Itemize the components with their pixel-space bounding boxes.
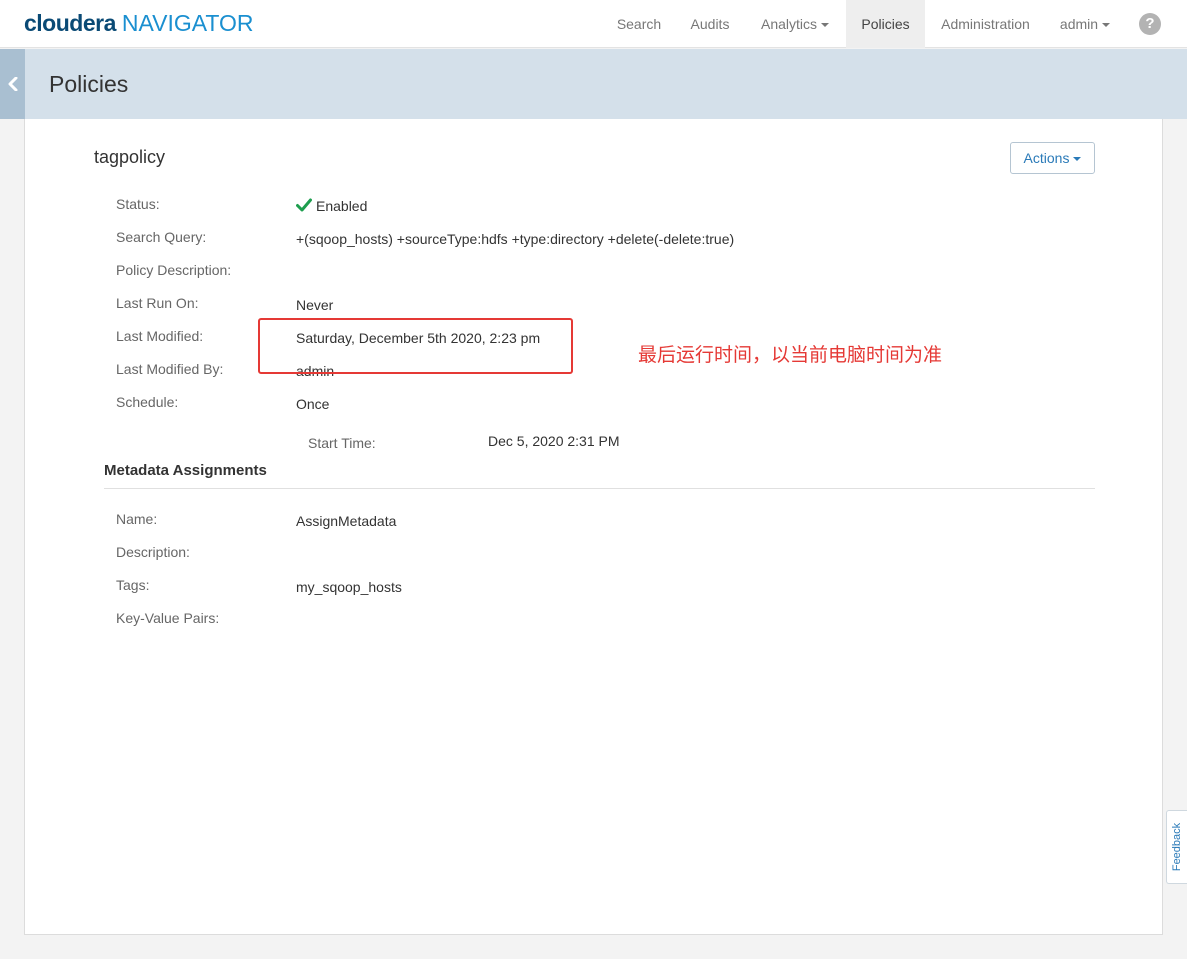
key-value-pairs-label: Key-Value Pairs: <box>116 610 220 626</box>
cloudera-navigator-logo[interactable]: cloudera NAVIGATOR <box>24 9 254 37</box>
logo-brand: cloudera <box>24 10 116 36</box>
chevron-down-icon <box>1073 157 1082 162</box>
policy-description-label: Policy Description: <box>116 262 232 278</box>
status-value: Enabled <box>296 198 367 214</box>
last-modified-by-label: Last Modified By: <box>116 361 224 377</box>
metadata-name-label: Name: <box>116 511 158 527</box>
chevron-down-icon <box>821 23 830 28</box>
last-run-on-label: Last Run On: <box>116 295 199 311</box>
search-query-label: Search Query: <box>116 229 207 245</box>
start-time-value: Dec 5, 2020 2:31 PM <box>488 433 620 449</box>
search-query-value: +(sqoop_hosts) +sourceType:hdfs +type:di… <box>296 231 735 247</box>
status-label: Status: <box>116 196 160 212</box>
page-title: Policies <box>49 71 129 97</box>
page-header: Policies <box>0 49 1187 119</box>
last-modified-label: Last Modified: <box>116 328 204 344</box>
nav-search[interactable]: Search <box>604 0 674 48</box>
metadata-assignments-heading: Metadata Assignments <box>104 462 267 479</box>
annotation-highlight-box <box>258 318 573 374</box>
checkmark-icon <box>296 198 312 212</box>
chevron-left-icon <box>8 77 18 91</box>
metadata-tags-label: Tags: <box>116 577 150 593</box>
annotation-note: 最后运行时间，以当前电脑时间为准 <box>638 345 943 366</box>
actions-dropdown-button[interactable]: Actions <box>1010 142 1095 174</box>
last-run-on-value: Never <box>296 297 334 313</box>
chevron-down-icon <box>1102 23 1111 28</box>
section-divider <box>104 488 1095 489</box>
back-button[interactable] <box>0 49 25 119</box>
nav-administration[interactable]: Administration <box>927 0 1044 48</box>
policy-name: tagpolicy <box>94 147 166 167</box>
nav-user-menu[interactable]: admin <box>1048 0 1122 48</box>
help-icon[interactable]: ? <box>1139 13 1161 35</box>
feedback-tab[interactable]: Feedback <box>1166 810 1187 884</box>
policy-detail-card: tagpolicy Actions Status: Enabled Search… <box>24 119 1163 935</box>
top-nav-bar: cloudera NAVIGATOR Search Audits Analytic… <box>0 0 1187 48</box>
schedule-label: Schedule: <box>116 394 179 410</box>
metadata-tags-value: my_sqoop_hosts <box>296 579 402 595</box>
metadata-description-label: Description: <box>116 544 190 560</box>
nav-policies[interactable]: Policies <box>846 0 925 48</box>
start-time-label: Start Time: <box>308 435 376 451</box>
schedule-value: Once <box>296 396 330 412</box>
metadata-name-value: AssignMetadata <box>296 513 397 529</box>
logo-product: NAVIGATOR <box>121 10 254 36</box>
nav-analytics[interactable]: Analytics <box>746 0 844 48</box>
nav-audits[interactable]: Audits <box>676 0 744 48</box>
